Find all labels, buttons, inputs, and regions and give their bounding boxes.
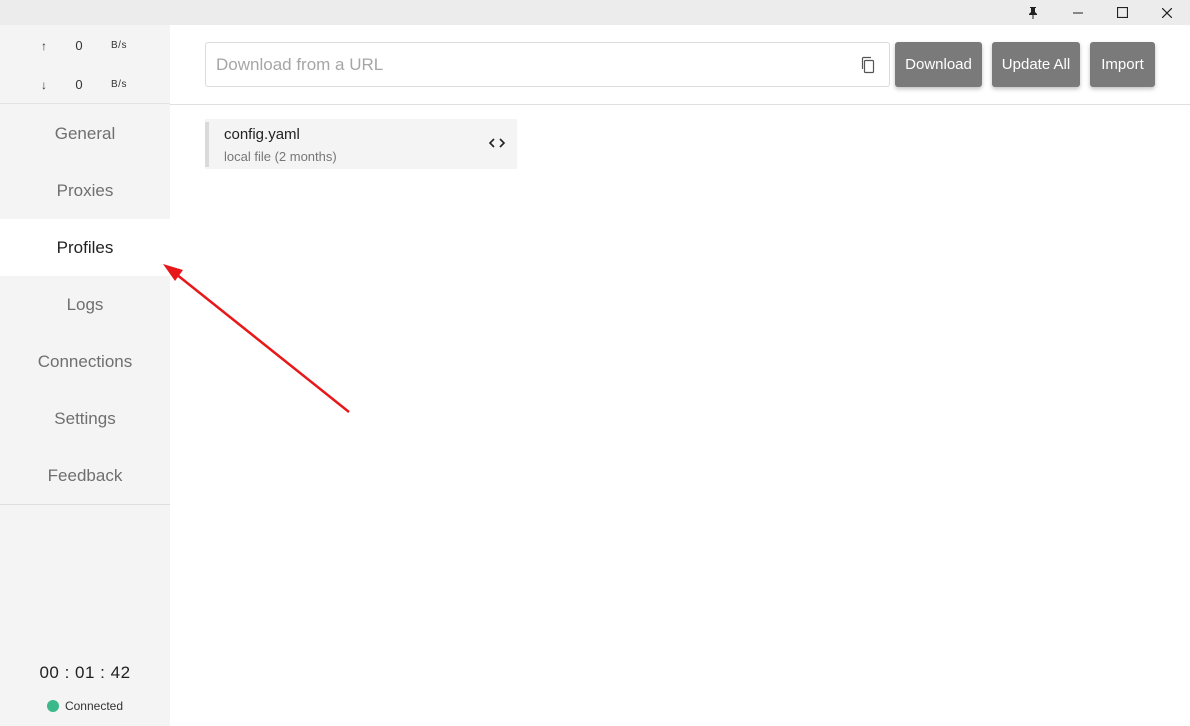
close-icon[interactable]	[1145, 0, 1189, 25]
status-label: Connected	[64, 699, 124, 713]
profile-name: config.yaml	[224, 126, 300, 143]
paste-icon[interactable]	[859, 56, 877, 74]
download-arrow-icon: ↓	[41, 78, 47, 92]
traffic-panel: ↑ 0 B/s ↓ 0 B/s	[0, 25, 170, 104]
sidebar-item-feedback[interactable]: Feedback	[0, 447, 170, 504]
sidebar: ↑ 0 B/s ↓ 0 B/s General Proxies Profiles…	[0, 25, 170, 726]
upload-unit: B/s	[111, 40, 127, 51]
url-field	[205, 42, 890, 87]
sidebar-item-profiles[interactable]: Profiles	[0, 219, 170, 276]
profile-subtitle: local file (2 months)	[224, 149, 337, 164]
profile-indicator-bar	[205, 122, 209, 167]
sidebar-item-general[interactable]: General	[0, 105, 170, 162]
status-dot-icon	[46, 700, 59, 712]
download-unit: B/s	[111, 79, 127, 90]
sidebar-item-logs[interactable]: Logs	[0, 276, 170, 333]
uptime-timer: 00 : 01 : 42	[39, 663, 131, 682]
upload-speed: ↑ 0 B/s	[0, 36, 170, 56]
maximize-icon[interactable]	[1100, 0, 1144, 25]
download-value: 0	[75, 77, 83, 92]
update-all-button[interactable]: Update All	[992, 42, 1080, 87]
import-button[interactable]: Import	[1090, 42, 1155, 87]
pin-icon[interactable]	[1011, 0, 1055, 25]
sidebar-item-proxies[interactable]: Proxies	[0, 162, 170, 219]
profiles-header: Download Update All Import	[170, 25, 1190, 105]
sidebar-item-connections[interactable]: Connections	[0, 333, 170, 390]
connection-status: Connected	[0, 699, 170, 713]
upload-arrow-icon: ↑	[41, 39, 47, 53]
download-button[interactable]: Download	[895, 42, 982, 87]
url-input[interactable]	[216, 43, 836, 86]
sidebar-item-settings[interactable]: Settings	[0, 390, 170, 447]
code-icon[interactable]	[488, 136, 506, 150]
upload-value: 0	[75, 38, 83, 53]
profile-card[interactable]: config.yaml local file (2 months)	[205, 119, 517, 169]
sidebar-nav: General Proxies Profiles Logs Connection…	[0, 105, 170, 505]
minimize-icon[interactable]	[1056, 0, 1100, 25]
title-bar	[0, 0, 1190, 25]
download-speed: ↓ 0 B/s	[0, 75, 170, 95]
red-arrow-icon	[163, 264, 350, 413]
